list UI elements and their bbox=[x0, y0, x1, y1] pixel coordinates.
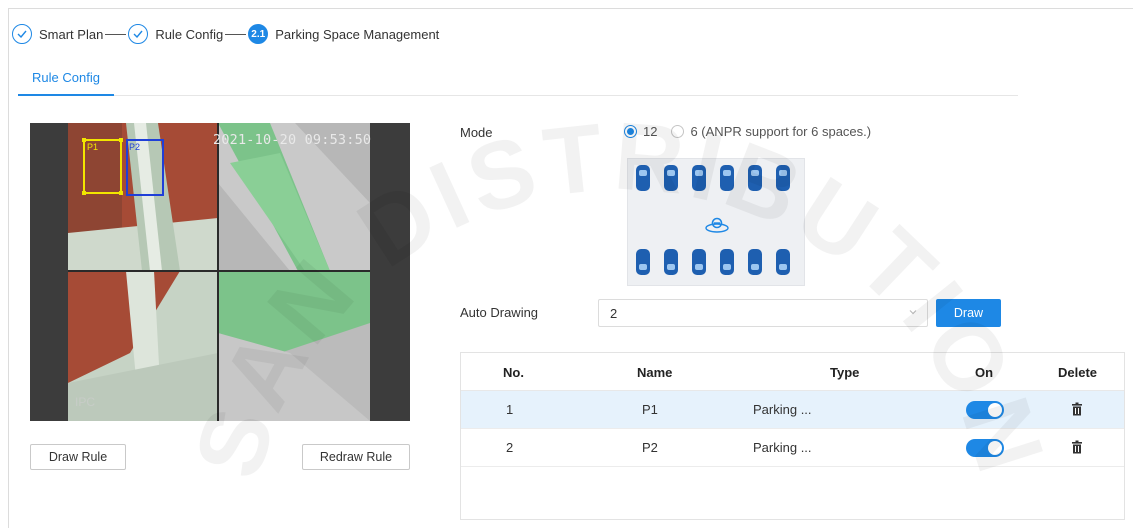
mode-option-label: 12 bbox=[643, 124, 658, 139]
cell-type: Parking ... bbox=[753, 440, 812, 455]
mode-radio-12[interactable] bbox=[624, 125, 637, 138]
car-icon bbox=[720, 165, 734, 191]
step-label: Parking Space Management bbox=[275, 26, 440, 42]
stepper: Smart Plan Rule Config 2.1 Parking Space… bbox=[12, 23, 439, 45]
cell-no: 2 bbox=[506, 440, 514, 455]
table-header: No. Name Type On Delete bbox=[461, 353, 1124, 391]
draw-button[interactable]: Draw bbox=[936, 299, 1001, 327]
car-icon bbox=[664, 249, 678, 275]
car-icon bbox=[748, 249, 762, 275]
camera-scene: P1 P2 bbox=[30, 123, 410, 421]
trash-icon[interactable] bbox=[1071, 402, 1083, 416]
zone-label-p2: P2 bbox=[129, 142, 140, 152]
on-toggle[interactable] bbox=[966, 439, 1004, 457]
tab-bar: Rule Config bbox=[18, 60, 1018, 96]
table-row[interactable]: 2 P2 Parking ... bbox=[461, 429, 1124, 467]
column-header: On bbox=[975, 365, 994, 380]
cell-name: P1 bbox=[642, 402, 658, 417]
mode-label: Mode bbox=[460, 125, 493, 140]
video-preview[interactable]: P1 P2 2021-10-20 09:53:50 IPC bbox=[30, 123, 410, 421]
car-icon bbox=[636, 249, 650, 275]
step-parking-space-management[interactable]: 2.1 Parking Space Management bbox=[248, 24, 439, 44]
car-icon bbox=[664, 165, 678, 191]
step-rule-config[interactable]: Rule Config bbox=[128, 24, 223, 44]
on-toggle[interactable] bbox=[966, 401, 1004, 419]
step-label: Smart Plan bbox=[39, 26, 104, 42]
car-icon bbox=[748, 165, 762, 191]
car-icon bbox=[776, 249, 790, 275]
mode-radio-6[interactable] bbox=[671, 125, 685, 138]
mode-radio-group: 12 6 (ANPR support for 6 spaces.) bbox=[624, 124, 871, 139]
cell-no: 1 bbox=[506, 402, 514, 417]
cell-name: P2 bbox=[642, 440, 658, 455]
car-icon bbox=[692, 165, 706, 191]
zone-label-p1: P1 bbox=[87, 142, 98, 152]
video-corner-label: IPC bbox=[75, 395, 96, 409]
car-icon bbox=[776, 165, 790, 191]
step-label: Rule Config bbox=[155, 26, 224, 42]
column-header: No. bbox=[503, 365, 524, 380]
auto-drawing-select[interactable]: 2 bbox=[598, 299, 928, 327]
step-number-badge: 2.1 bbox=[248, 24, 269, 44]
draw-rule-button[interactable]: Draw Rule bbox=[30, 444, 126, 470]
chevron-down-icon bbox=[909, 310, 917, 315]
mode-option-label: 6 (ANPR support for 6 spaces.) bbox=[690, 124, 872, 139]
cell-type: Parking ... bbox=[753, 402, 812, 417]
parking-space-table: No. Name Type On Delete 1 P1 Parking ...… bbox=[460, 352, 1125, 520]
table-row[interactable]: 1 P1 Parking ... bbox=[461, 391, 1124, 429]
step-connector bbox=[105, 33, 127, 35]
trash-icon[interactable] bbox=[1071, 440, 1083, 454]
column-header: Delete bbox=[1058, 365, 1098, 380]
tab-rule-config[interactable]: Rule Config bbox=[18, 60, 114, 96]
camera-icon bbox=[705, 217, 729, 233]
car-icon bbox=[636, 165, 650, 191]
column-header: Type bbox=[830, 365, 860, 380]
step-connector bbox=[225, 33, 247, 35]
check-icon bbox=[12, 24, 32, 44]
step-smart-plan[interactable]: Smart Plan bbox=[12, 24, 103, 44]
auto-drawing-label: Auto Drawing bbox=[460, 305, 539, 320]
column-header: Name bbox=[637, 365, 673, 380]
parking-layout-illustration bbox=[627, 158, 805, 286]
video-timestamp: 2021-10-20 09:53:50 bbox=[213, 132, 372, 148]
car-icon bbox=[692, 249, 706, 275]
auto-drawing-value: 2 bbox=[610, 306, 618, 321]
car-icon bbox=[720, 249, 734, 275]
redraw-rule-button[interactable]: Redraw Rule bbox=[302, 444, 410, 470]
check-icon bbox=[128, 24, 149, 44]
